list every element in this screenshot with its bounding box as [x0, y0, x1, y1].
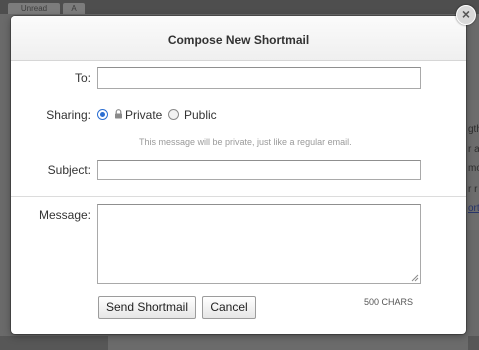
background-text-fragment: gth: [468, 124, 479, 135]
char-count: 500 CHARS: [364, 297, 414, 307]
lock-icon: [115, 109, 122, 119]
resize-grip-icon[interactable]: [411, 274, 419, 282]
background-tab: Unread: [8, 3, 60, 14]
close-icon[interactable]: ×: [456, 5, 476, 25]
dialog-header: Compose New Shortmail: [11, 16, 466, 61]
sharing-hint: This message will be private, just like …: [139, 137, 352, 147]
message-label: Message:: [38, 208, 91, 222]
to-label: To:: [74, 71, 91, 85]
subject-input[interactable]: [97, 160, 421, 180]
cancel-button[interactable]: Cancel: [202, 296, 256, 319]
background-text-fragment: r a: [468, 144, 479, 155]
to-input[interactable]: [97, 67, 421, 89]
background-link-fragment: ort: [468, 203, 479, 214]
compose-dialog: Compose New Shortmail To: Sharing: Priva…: [11, 16, 466, 334]
send-shortmail-button[interactable]: Send Shortmail: [98, 296, 196, 319]
background-text-fragment: r r: [468, 184, 478, 195]
sharing-label: Sharing:: [46, 108, 91, 122]
background-tab: A: [63, 3, 85, 14]
sharing-public-label[interactable]: Public: [184, 108, 217, 122]
sharing-private-label[interactable]: Private: [125, 108, 162, 122]
divider: [11, 196, 466, 197]
sharing-public-radio[interactable]: [168, 109, 179, 120]
dialog-title: Compose New Shortmail: [167, 33, 310, 47]
subject-label: Subject:: [47, 163, 91, 177]
message-textarea[interactable]: [97, 204, 421, 284]
background-text-fragment: mo: [468, 163, 479, 174]
background-bottom-block: [108, 336, 468, 350]
sharing-private-radio[interactable]: [97, 109, 108, 120]
